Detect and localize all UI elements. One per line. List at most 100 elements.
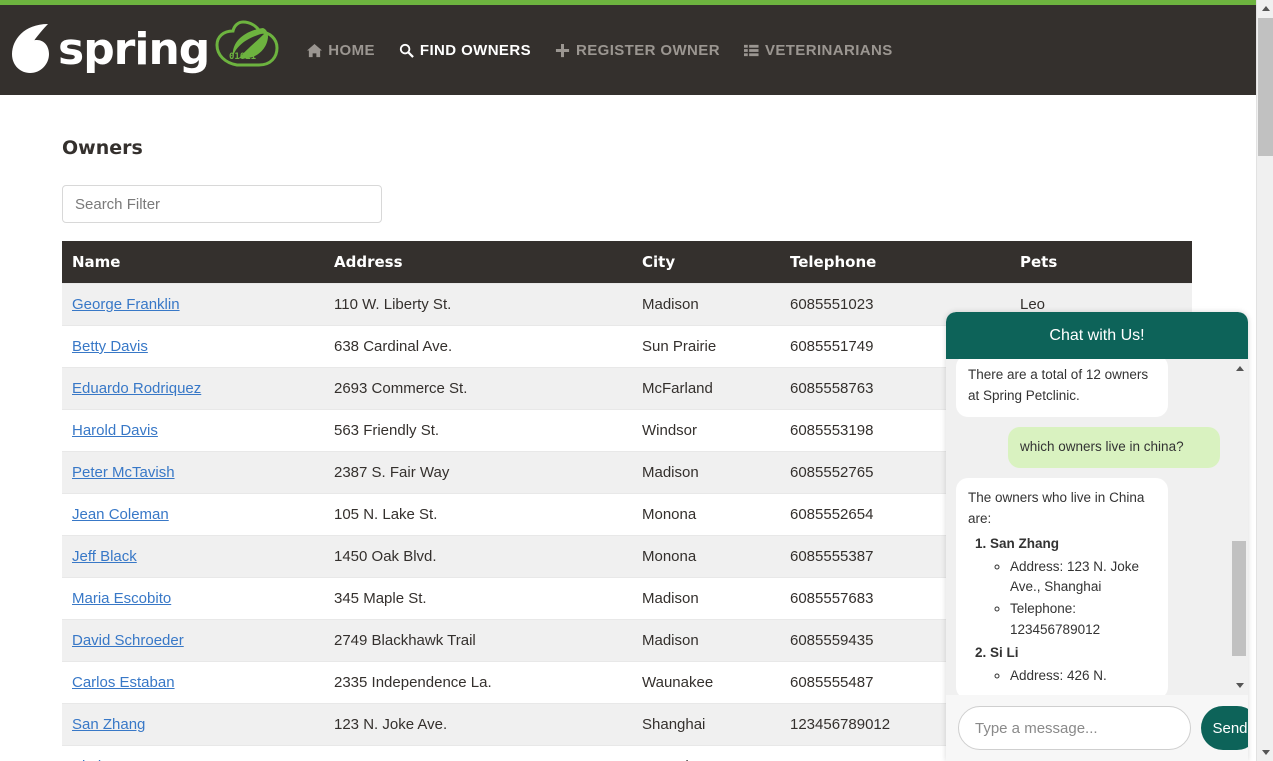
navbar-links: HOME FIND OWNERS REGISTER OWNER VETERINA… (295, 36, 904, 65)
chat-scroll-thumb[interactable] (1232, 541, 1246, 656)
cell-city: Madison (632, 619, 780, 662)
cell-name: Si Li (62, 745, 324, 761)
owner-link[interactable]: Peter McTavish (72, 464, 175, 481)
cell-address: 2693 Commerce St. (324, 367, 632, 410)
owner-link[interactable]: Carlos Estaban (72, 674, 175, 691)
column-header-telephone[interactable]: Telephone (780, 241, 1010, 284)
cell-address: 563 Friendly St. (324, 409, 632, 452)
nav-link-veterinarians-label: VETERINARIANS (764, 41, 893, 59)
chat-message-text: which owners live in china? (1020, 438, 1184, 454)
cell-city: Windsor (632, 409, 780, 452)
page-scroll-down-icon[interactable] (1257, 744, 1273, 761)
chat-header-title: Chat with Us! (1049, 326, 1145, 344)
chat-message-bot: There are a total of 12 owners at Spring… (956, 359, 1168, 417)
spring-leaf-icon: 01011 (213, 17, 281, 84)
cell-name: San Zhang (62, 703, 324, 746)
chat-message-input[interactable] (958, 706, 1191, 750)
owner-link[interactable]: Eduardo Rodriquez (72, 380, 201, 397)
page-title: Owners (62, 137, 143, 159)
chat-scroll-up-icon[interactable] (1231, 361, 1248, 376)
chat-input-bar: Send (946, 695, 1248, 761)
chat-message-list: There are a total of 12 owners at Spring… (946, 359, 1230, 695)
nav-link-find-owners[interactable]: FIND OWNERS (387, 36, 543, 65)
chat-owner-list-item: Si LiAddress: 426 N. (990, 643, 1156, 687)
cell-city: Shanghai (632, 703, 780, 746)
cell-city: Waunakee (632, 661, 780, 704)
chat-scrollbar[interactable] (1231, 359, 1248, 695)
search-icon (399, 43, 414, 58)
search-input[interactable] (62, 185, 382, 223)
cell-name: Jean Coleman (62, 493, 324, 536)
owners-table-head: Name Address City Telephone Pets (62, 241, 1192, 284)
chat-message-text: There are a total of 12 owners at Spring… (968, 367, 1149, 403)
column-header-address[interactable]: Address (324, 241, 632, 284)
column-header-city[interactable]: City (632, 241, 780, 284)
cell-name: Betty Davis (62, 325, 324, 368)
brand-wordmark: spring (58, 24, 210, 75)
owner-link[interactable]: Harold Davis (72, 422, 158, 439)
list-icon (743, 43, 759, 58)
cell-name: Maria Escobito (62, 577, 324, 620)
chat-owner-detail-item: Address: 123 N. Joke Ave., Shanghai (1010, 557, 1156, 599)
page-scrollbar[interactable] (1256, 0, 1273, 761)
chat-scroll-down-icon[interactable] (1231, 678, 1248, 693)
owner-link[interactable]: Maria Escobito (72, 590, 171, 607)
cell-address: 105 N. Lake St. (324, 493, 632, 536)
chat-owner-list: San ZhangAddress: 123 N. Joke Ave., Shan… (968, 534, 1156, 687)
nav-link-find-owners-label: FIND OWNERS (419, 41, 531, 59)
cell-address: 345 Maple St. (324, 577, 632, 620)
owner-link[interactable]: David Schroeder (72, 632, 184, 649)
cell-address: 2335 Independence La. (324, 661, 632, 704)
cell-name: Harold Davis (62, 409, 324, 452)
owner-link[interactable]: George Franklin (72, 296, 180, 313)
cell-city: McFarland (632, 367, 780, 410)
page-scroll-thumb[interactable] (1258, 18, 1273, 156)
cell-address: 426 N. Sunset St (324, 745, 632, 761)
nav-link-register-owner-label: REGISTER OWNER (575, 41, 720, 59)
chat-send-button[interactable]: Send (1201, 706, 1248, 750)
chat-message-intro: The owners who live in China are: (968, 489, 1145, 526)
spring-swoosh-icon (8, 18, 56, 83)
cell-city: Madison (632, 451, 780, 494)
chat-owner-detail-item: Address: 426 N. (1010, 666, 1156, 687)
cell-city: Sun Prairie (632, 325, 780, 368)
cell-address: 110 W. Liberty St. (324, 283, 632, 326)
cell-address: 123 N. Joke Ave. (324, 703, 632, 746)
nav-link-home[interactable]: HOME (295, 36, 387, 65)
cell-city: Monona (632, 493, 780, 536)
page-scroll-up-icon[interactable] (1257, 0, 1273, 17)
top-navbar: spring 01011 HOME FIND OWNERS REGISTER O… (0, 5, 1256, 95)
chat-message-bot: The owners who live in China are: San Zha… (956, 477, 1168, 695)
plus-icon (555, 43, 570, 58)
owner-link[interactable]: Jeff Black (72, 548, 137, 565)
cell-address: 1450 Oak Blvd. (324, 535, 632, 578)
chat-message-user: which owners live in china? (1008, 426, 1220, 468)
column-header-name[interactable]: Name (62, 241, 324, 284)
chat-owner-detail-item: Telephone: 123456789012 (1010, 599, 1156, 641)
chat-body: There are a total of 12 owners at Spring… (946, 359, 1248, 695)
cell-name: George Franklin (62, 283, 324, 326)
owner-link[interactable]: Betty Davis (72, 338, 148, 355)
cell-name: David Schroeder (62, 619, 324, 662)
chat-header[interactable]: Chat with Us! (946, 312, 1248, 359)
chat-owner-detail-list: Address: 426 N. (990, 666, 1156, 687)
top-accent-bar (0, 0, 1256, 5)
nav-link-register-owner[interactable]: REGISTER OWNER (543, 36, 732, 65)
owner-link[interactable]: Jean Coleman (72, 506, 169, 523)
column-header-pets[interactable]: Pets (1010, 241, 1192, 284)
nav-link-home-label: HOME (328, 41, 375, 59)
spring-brand-logo[interactable]: spring 01011 (8, 14, 281, 86)
owner-link[interactable]: San Zhang (72, 716, 145, 733)
cell-address: 2387 S. Fair Way (324, 451, 632, 494)
nav-link-veterinarians[interactable]: VETERINARIANS (732, 36, 905, 65)
chat-widget: Chat with Us! There are a total of 12 ow… (946, 312, 1248, 761)
cell-city: Madison (632, 577, 780, 620)
cell-address: 2749 Blackhawk Trail (324, 619, 632, 662)
svg-text:01011: 01011 (229, 52, 256, 62)
cell-city: Monona (632, 535, 780, 578)
cell-name: Carlos Estaban (62, 661, 324, 704)
cell-name: Eduardo Rodriquez (62, 367, 324, 410)
chat-owner-list-item: San ZhangAddress: 123 N. Joke Ave., Shan… (990, 534, 1156, 642)
cell-name: Peter McTavish (62, 451, 324, 494)
chat-message-list-inner: There are a total of 12 owners at Spring… (956, 359, 1220, 695)
